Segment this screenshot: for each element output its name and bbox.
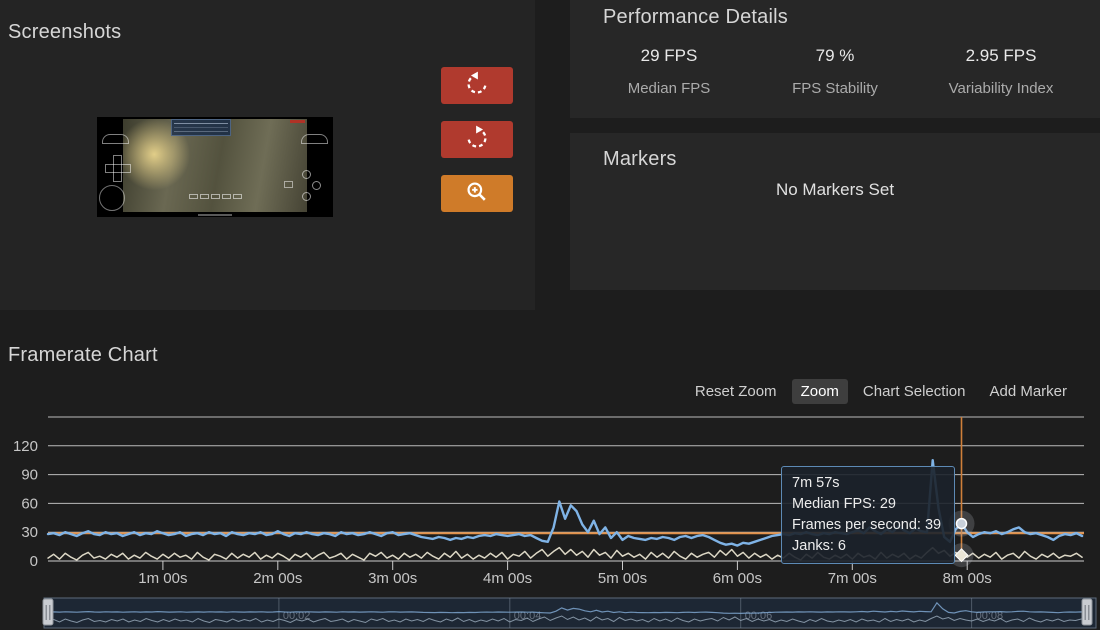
stat-value: 29 FPS xyxy=(586,46,752,66)
screenshots-title: Screenshots xyxy=(8,21,121,44)
svg-text:6m 00s: 6m 00s xyxy=(713,570,762,587)
stat-label: FPS Stability xyxy=(752,80,918,97)
svg-text:5m 00s: 5m 00s xyxy=(598,570,647,587)
rotate-cw-icon xyxy=(464,125,490,154)
fps-counter-text xyxy=(290,120,305,123)
svg-text:2m 00s: 2m 00s xyxy=(253,570,302,587)
select-button-icon xyxy=(284,181,293,188)
screenshots-panel: Screenshots xyxy=(0,0,535,310)
zoom-screenshot-button[interactable] xyxy=(441,175,513,212)
stat-label: Median FPS xyxy=(586,80,752,97)
tooltip-fps: Frames per second: 39 xyxy=(792,515,944,536)
debug-overlay xyxy=(171,119,231,136)
zoom-in-icon xyxy=(464,179,490,208)
svg-text:120: 120 xyxy=(13,438,38,455)
svg-text:60: 60 xyxy=(21,495,38,512)
performance-stats: 29 FPS Median FPS 79 % FPS Stability 2.9… xyxy=(586,46,1084,97)
onscreen-button-strip xyxy=(123,186,307,204)
triangle-button-icon xyxy=(302,170,311,179)
navigator-handle xyxy=(1082,599,1092,625)
navigator-handle xyxy=(43,599,53,625)
performance-details-title: Performance Details xyxy=(603,6,788,29)
screenshot-thumbnail[interactable] xyxy=(97,117,333,217)
svg-text:7m 00s: 7m 00s xyxy=(828,570,877,587)
markers-title: Markers xyxy=(603,148,677,171)
screenshot-actions xyxy=(441,67,513,229)
svg-text:4m 00s: 4m 00s xyxy=(483,570,532,587)
dpad-icon-h xyxy=(105,164,131,173)
tooltip-median-fps: Median FPS: 29 xyxy=(792,494,944,515)
cross-button-icon xyxy=(302,192,311,201)
markers-panel: Markers No Markers Set xyxy=(570,133,1100,290)
performance-details-panel: Performance Details 29 FPS Median FPS 79… xyxy=(570,0,1100,118)
stat-value: 2.95 FPS xyxy=(918,46,1084,66)
stat-value: 79 % xyxy=(752,46,918,66)
svg-text:8m 00s: 8m 00s xyxy=(943,570,992,587)
home-bar xyxy=(198,214,232,216)
l-trigger-icon xyxy=(102,134,129,144)
svg-text:3m 00s: 3m 00s xyxy=(368,570,417,587)
tooltip-janks: Janks: 6 xyxy=(792,536,944,557)
stat-median-fps: 29 FPS Median FPS xyxy=(586,46,752,97)
rotate-right-button[interactable] xyxy=(441,121,513,158)
svg-text:30: 30 xyxy=(21,524,38,541)
stat-fps-stability: 79 % FPS Stability xyxy=(752,46,918,97)
svg-text:1m 00s: 1m 00s xyxy=(138,570,187,587)
svg-text:0: 0 xyxy=(30,553,38,570)
no-markers-text: No Markers Set xyxy=(570,180,1100,200)
r-trigger-icon xyxy=(301,134,328,144)
svg-text:90: 90 xyxy=(21,467,38,484)
analog-stick-icon xyxy=(99,185,125,211)
framerate-chart-title: Framerate Chart xyxy=(8,344,158,367)
chart-navigator[interactable]: 00:0200:0400:0600:08 xyxy=(0,595,1100,630)
tooltip-time: 7m 57s xyxy=(792,473,944,494)
rotate-ccw-icon xyxy=(464,71,490,100)
stat-label: Variability Index xyxy=(918,80,1084,97)
chart-tooltip: 7m 57s Median FPS: 29 Frames per second:… xyxy=(781,466,955,564)
stat-variability-index: 2.95 FPS Variability Index xyxy=(918,46,1084,97)
rotate-left-button[interactable] xyxy=(441,67,513,104)
circle-button-icon xyxy=(312,181,321,190)
performance-dashboard: { "screenshots": { "title": "Screenshots… xyxy=(0,0,1100,630)
